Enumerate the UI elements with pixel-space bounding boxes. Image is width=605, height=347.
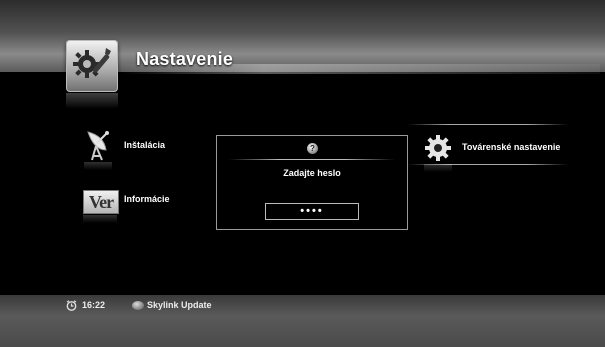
skylink-update-label[interactable]: Skylink Update — [147, 300, 212, 310]
informacie-icon-reflection — [83, 215, 117, 223]
version-icon: Ver — [83, 190, 119, 214]
menu-item-tovarenske-nastavenie[interactable]: Továrenské nastavenie — [424, 132, 584, 176]
dialog-divider — [229, 159, 395, 160]
selection-rule-top — [408, 124, 568, 125]
clock-time: 16:22 — [82, 300, 106, 310]
question-icon: ? — [307, 143, 318, 154]
settings-screen: Nastavenie Inštalácia Ver Informácie Tov… — [0, 0, 605, 347]
menu-item-label: Inštalácia — [124, 140, 166, 150]
settings-wrench-gear-icon — [66, 40, 118, 92]
satellite-dish-icon — [87, 131, 109, 161]
page-title: Nastavenie — [136, 49, 234, 69]
menu-item-informacie[interactable]: Ver Informácie — [83, 190, 203, 224]
selection-rule-bottom — [408, 164, 568, 165]
dialog-prompt: Zadajte heslo — [283, 168, 341, 178]
password-input[interactable]: •••• — [265, 203, 359, 220]
menu-item-label: Továrenské nastavenie — [462, 142, 561, 152]
menu-item-label: Informácie — [124, 194, 170, 204]
instalacia-icon-reflection — [84, 162, 112, 170]
password-dialog: ? Zadajte heslo •••• — [216, 135, 408, 230]
settings-icon-reflection — [66, 93, 118, 109]
gear-icon — [425, 135, 451, 161]
disc-icon — [132, 301, 144, 310]
menu-item-instalacia[interactable]: Inštalácia — [84, 128, 204, 170]
clock-icon — [66, 300, 77, 311]
tovarenske-icon-reflection — [424, 164, 452, 172]
